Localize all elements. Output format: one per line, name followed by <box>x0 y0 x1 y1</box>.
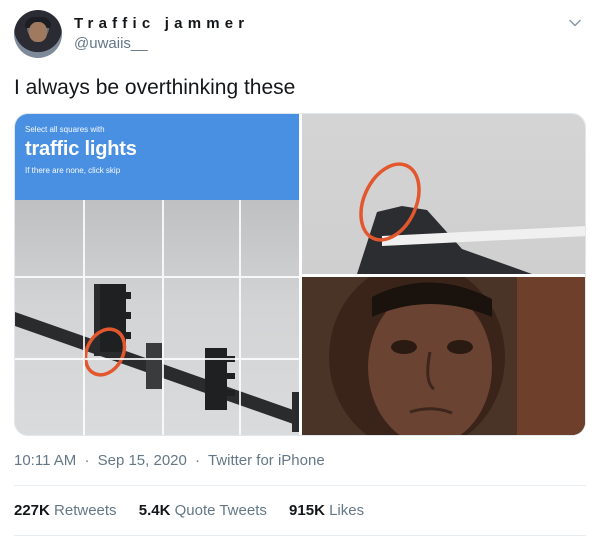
captcha-panel[interactable]: Select all squares with traffic lights I… <box>15 114 299 435</box>
zoomed-panel[interactable] <box>302 114 585 274</box>
tweet-media[interactable]: Select all squares with traffic lights I… <box>14 113 586 436</box>
captcha-note: If there are none, click skip <box>25 166 121 175</box>
divider <box>14 485 586 486</box>
meta-separator: · <box>84 452 90 469</box>
tweet-time[interactable]: 10:11 AM <box>14 452 76 469</box>
quote-tweets-stat[interactable]: 5.4K Quote Tweets <box>139 502 271 519</box>
likes-count: 915K <box>289 502 325 519</box>
tweet-date[interactable]: Sep 15, 2020 <box>98 452 187 469</box>
tweet-meta: 10:11 AM · Sep 15, 2020 · Twitter for iP… <box>14 452 325 469</box>
captcha-image <box>15 200 299 435</box>
avatar[interactable] <box>14 10 62 58</box>
traffic-light-illustration <box>15 200 299 435</box>
tweet-stats: 227K Retweets 5.4K Quote Tweets 915K Lik… <box>14 502 364 519</box>
reaction-face-illustration <box>302 277 585 435</box>
retweets-stat[interactable]: 227K Retweets <box>14 502 121 519</box>
captcha-target: traffic lights <box>25 138 137 160</box>
likes-label: Likes <box>329 502 365 519</box>
avatar-face <box>29 22 47 42</box>
retweets-label: Retweets <box>54 502 117 519</box>
divider <box>14 535 586 536</box>
tweet-source[interactable]: Twitter for iPhone <box>208 452 325 469</box>
display-name[interactable]: Traffic jammer <box>74 15 249 32</box>
chevron-down-icon[interactable] <box>568 16 582 30</box>
reaction-panel[interactable] <box>302 277 585 435</box>
captcha-header: Select all squares with traffic lights I… <box>15 114 299 200</box>
captcha-instruction: Select all squares with <box>25 125 105 134</box>
tweet-header: Traffic jammer @uwaiis__ <box>14 8 586 60</box>
tweet-text: I always be overthinking these <box>14 76 296 99</box>
quote-tweets-count: 5.4K <box>138 502 171 519</box>
likes-stat[interactable]: 915K Likes <box>289 502 364 519</box>
quote-tweets-label: Quote Tweets <box>174 502 267 519</box>
meta-separator: · <box>195 452 201 469</box>
retweets-count: 227K <box>14 502 50 519</box>
user-handle[interactable]: @uwaiis__ <box>74 35 148 52</box>
zoom-illustration <box>357 162 585 274</box>
